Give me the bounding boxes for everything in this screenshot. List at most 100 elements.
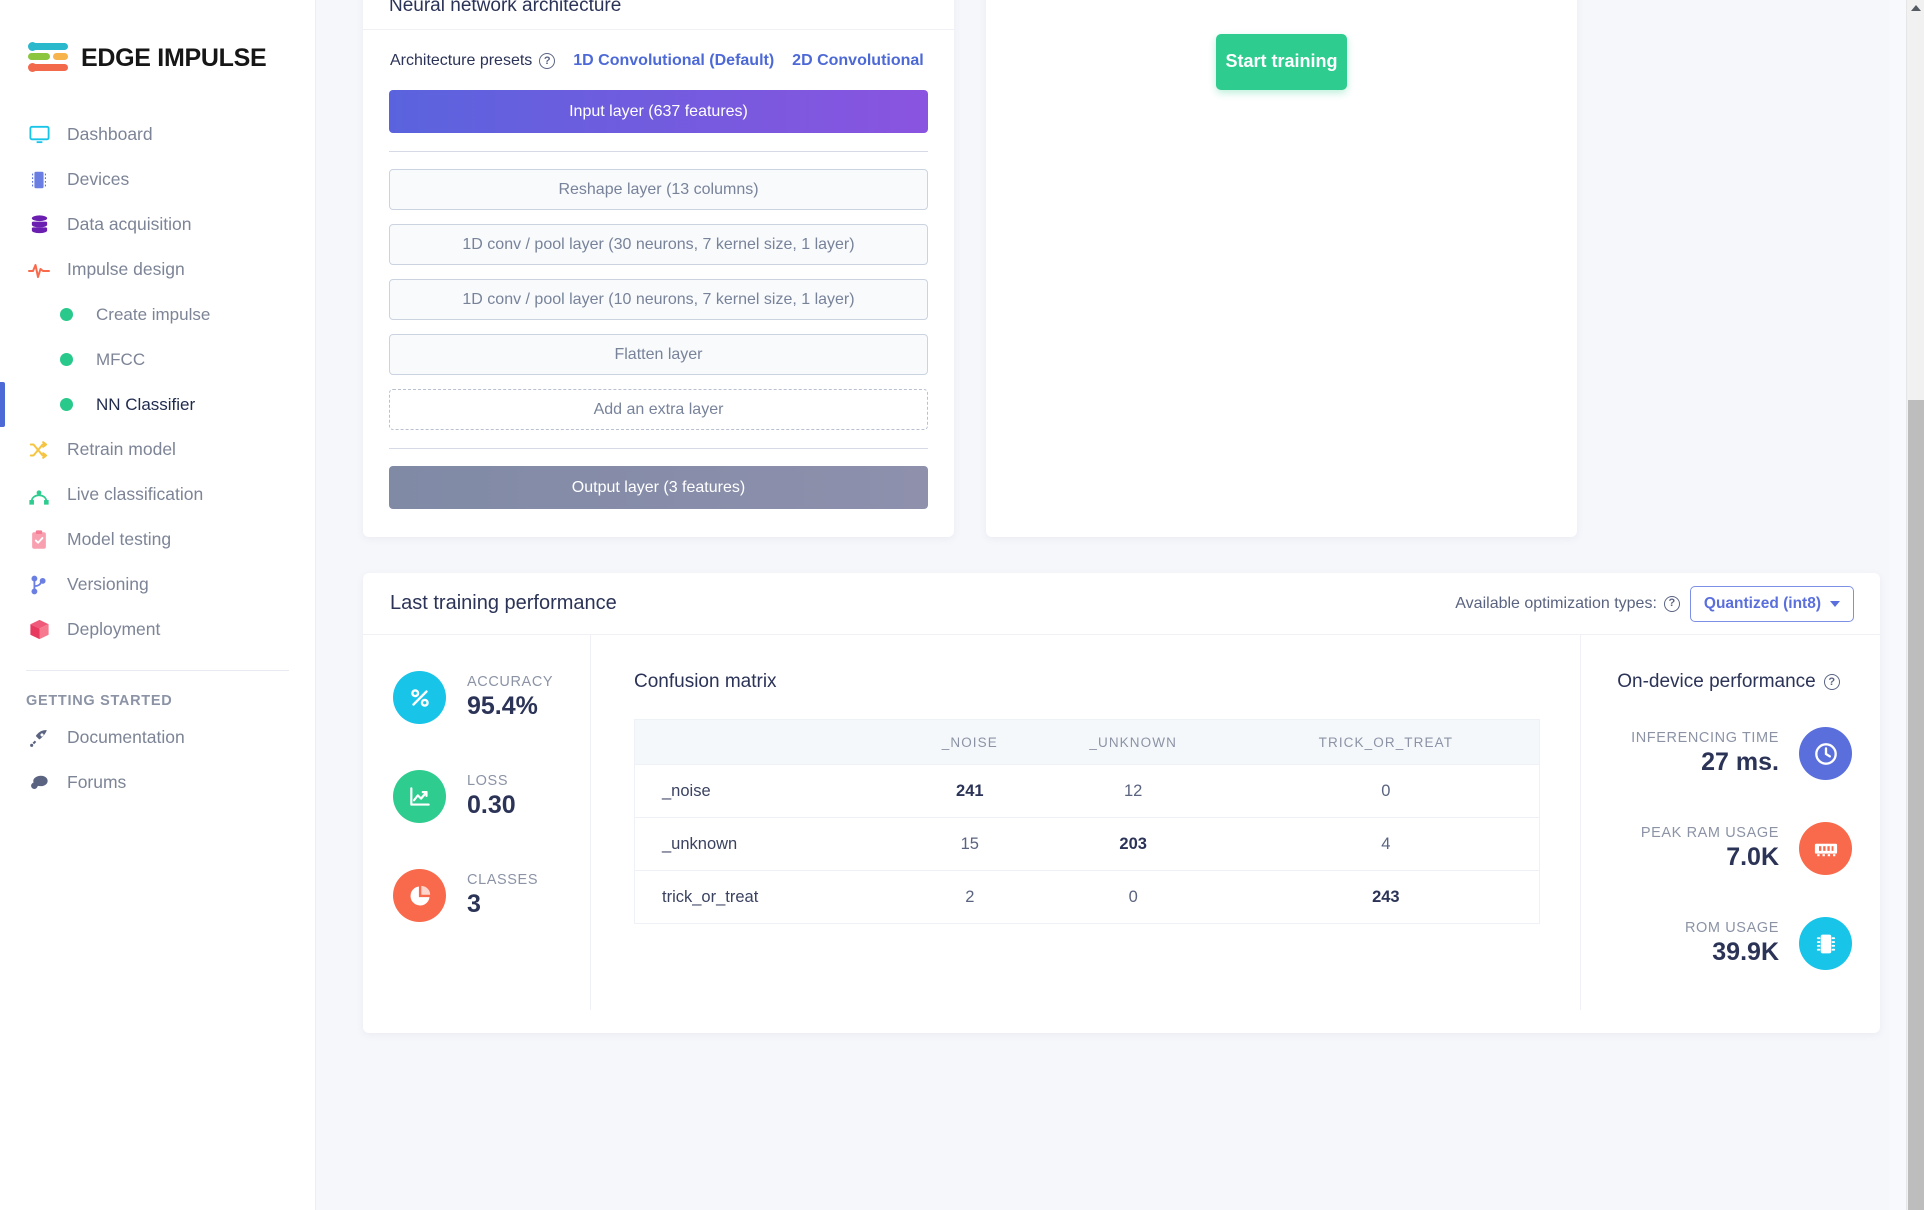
percent-icon bbox=[393, 671, 446, 724]
nn-card-body: Architecture presets ? 1D Convolutional … bbox=[363, 30, 954, 537]
metric-label: CLASSES bbox=[467, 872, 538, 888]
metric-value: 0.30 bbox=[467, 791, 516, 820]
input-layer[interactable]: Input layer (637 features) bbox=[389, 90, 928, 133]
sidebar-item-forums[interactable]: Forums bbox=[0, 760, 315, 805]
column-header: TRICK_OR_TREAT bbox=[1233, 720, 1540, 765]
matrix-cell: 0 bbox=[1034, 871, 1233, 924]
metric-label: LOSS bbox=[467, 773, 516, 789]
performance-header: Last training performance Available opti… bbox=[363, 573, 1880, 635]
sidebar-item-retrain-model[interactable]: Retrain model bbox=[0, 427, 315, 472]
sidebar-item-mfcc[interactable]: MFCC bbox=[0, 337, 315, 382]
matrix-cell: 0 bbox=[1233, 765, 1540, 818]
help-icon[interactable]: ? bbox=[1824, 674, 1840, 690]
page-title: Last training performance bbox=[390, 592, 617, 615]
page-right-gutter bbox=[1890, 0, 1906, 1210]
clock-icon bbox=[1799, 727, 1852, 780]
column-header: _NOISE bbox=[906, 720, 1034, 765]
sidebar-item-label: Forums bbox=[67, 772, 126, 793]
sidebar-subitem-label: MFCC bbox=[96, 350, 145, 370]
sidebar-item-impulse-design[interactable]: Impulse design bbox=[0, 247, 315, 292]
on-device-performance-section: On-device performance ? INFERENCING TIME… bbox=[1580, 635, 1880, 1010]
box-icon bbox=[26, 617, 52, 643]
row-label: _noise bbox=[635, 765, 907, 818]
chevron-down-icon bbox=[1830, 601, 1840, 607]
optimization-type-dropdown[interactable]: Quantized (int8) bbox=[1690, 586, 1854, 622]
add-extra-layer-button[interactable]: Add an extra layer bbox=[389, 389, 928, 430]
top-row: Neural network architecture Architecture… bbox=[316, 0, 1924, 537]
status-dot-icon bbox=[60, 398, 73, 411]
chevron-up-icon[interactable] bbox=[1911, 5, 1921, 11]
layer-reshape[interactable]: Reshape layer (13 columns) bbox=[389, 169, 928, 210]
nodes-icon bbox=[26, 482, 52, 508]
cpu-icon bbox=[1799, 917, 1852, 970]
layer-separator-top bbox=[389, 151, 928, 152]
matrix-cell: 12 bbox=[1034, 765, 1233, 818]
sidebar-subitem-label: Create impulse bbox=[96, 305, 210, 325]
shuffle-icon bbox=[26, 437, 52, 463]
chat-icon bbox=[26, 770, 52, 796]
device-metric-value: 7.0K bbox=[1641, 843, 1779, 872]
preset-2d-convolutional[interactable]: 2D Convolutional bbox=[792, 52, 924, 70]
sidebar-item-model-testing[interactable]: Model testing bbox=[0, 517, 315, 562]
git-branch-icon bbox=[26, 572, 52, 598]
ram-icon bbox=[1799, 822, 1852, 875]
sidebar-item-label: Live classification bbox=[67, 484, 203, 505]
status-dot-icon bbox=[60, 308, 73, 321]
start-training-button[interactable]: Start training bbox=[1216, 34, 1347, 90]
brand-logo[interactable]: EDGE IMPULSE bbox=[0, 0, 315, 86]
metric-value: 95.4% bbox=[467, 692, 553, 721]
column-header: _UNKNOWN bbox=[1034, 720, 1233, 765]
clipboard-check-icon bbox=[26, 527, 52, 553]
sidebar-item-documentation[interactable]: Documentation bbox=[0, 715, 315, 760]
sidebar-item-dashboard[interactable]: Dashboard bbox=[0, 112, 315, 157]
matrix-cell: 241 bbox=[906, 765, 1034, 818]
device-metric-label: PEAK RAM USAGE bbox=[1641, 825, 1779, 841]
browser-scrollbar-thumb[interactable] bbox=[1908, 400, 1924, 1210]
browser-scrollbar[interactable] bbox=[1906, 0, 1924, 1210]
sidebar-item-data-acquisition[interactable]: Data acquisition bbox=[0, 202, 315, 247]
status-dot-icon bbox=[60, 353, 73, 366]
sidebar-item-create-impulse[interactable]: Create impulse bbox=[0, 292, 315, 337]
help-icon[interactable]: ? bbox=[1664, 596, 1680, 612]
on-device-performance-title: On-device performance ? bbox=[1605, 671, 1852, 693]
device-metric-label: INFERENCING TIME bbox=[1631, 730, 1779, 746]
on-device-title-text: On-device performance bbox=[1617, 671, 1816, 693]
device-metric-rom-usage: ROM USAGE 39.9K bbox=[1605, 917, 1852, 970]
preset-1d-convolutional[interactable]: 1D Convolutional (Default) bbox=[573, 52, 774, 70]
table-row: _unknown 15 203 4 bbox=[635, 818, 1540, 871]
metrics-column: ACCURACY 95.4% LOSS 0.30 bbox=[363, 635, 591, 1010]
layer-conv-1[interactable]: 1D conv / pool layer (30 neurons, 7 kern… bbox=[389, 224, 928, 265]
last-training-performance-card: Last training performance Available opti… bbox=[363, 573, 1880, 1033]
pulse-icon bbox=[26, 257, 52, 283]
help-icon[interactable]: ? bbox=[539, 53, 555, 69]
architecture-presets-label: Architecture presets ? bbox=[390, 52, 555, 70]
optimization-label-text: Available optimization types: bbox=[1455, 595, 1657, 613]
optimization-type-value: Quantized (int8) bbox=[1704, 595, 1821, 613]
sidebar-item-label: Dashboard bbox=[67, 124, 153, 145]
metric-classes: CLASSES 3 bbox=[393, 869, 590, 922]
matrix-cell: 15 bbox=[906, 818, 1034, 871]
layer-conv-2[interactable]: 1D conv / pool layer (10 neurons, 7 kern… bbox=[389, 279, 928, 320]
sidebar-item-devices[interactable]: Devices bbox=[0, 157, 315, 202]
training-footer: Start training bbox=[986, 0, 1577, 126]
layer-flatten[interactable]: Flatten layer bbox=[389, 334, 928, 375]
sidebar-item-deployment[interactable]: Deployment bbox=[0, 607, 315, 652]
brand-name: EDGE IMPULSE bbox=[81, 44, 266, 73]
database-icon bbox=[26, 212, 52, 238]
sidebar-item-nn-classifier[interactable]: NN Classifier bbox=[0, 382, 315, 427]
table-row: _noise 241 12 0 bbox=[635, 765, 1540, 818]
sidebar-item-versioning[interactable]: Versioning bbox=[0, 562, 315, 607]
row-label: _unknown bbox=[635, 818, 907, 871]
matrix-cell: 243 bbox=[1233, 871, 1540, 924]
neural-network-architecture-card: Neural network architecture Architecture… bbox=[363, 0, 954, 537]
output-layer[interactable]: Output layer (3 features) bbox=[389, 466, 928, 509]
metric-label: ACCURACY bbox=[467, 674, 553, 690]
main-content: Neural network architecture Architecture… bbox=[316, 0, 1924, 1210]
sidebar-item-live-classification[interactable]: Live classification bbox=[0, 472, 315, 517]
metric-value: 3 bbox=[467, 890, 538, 919]
matrix-cell: 4 bbox=[1233, 818, 1540, 871]
table-header-row: _NOISE _UNKNOWN TRICK_OR_TREAT bbox=[635, 720, 1540, 765]
rocket-icon bbox=[26, 725, 52, 751]
layer-separator-bottom bbox=[389, 448, 928, 449]
sidebar-item-label: Retrain model bbox=[67, 439, 176, 460]
